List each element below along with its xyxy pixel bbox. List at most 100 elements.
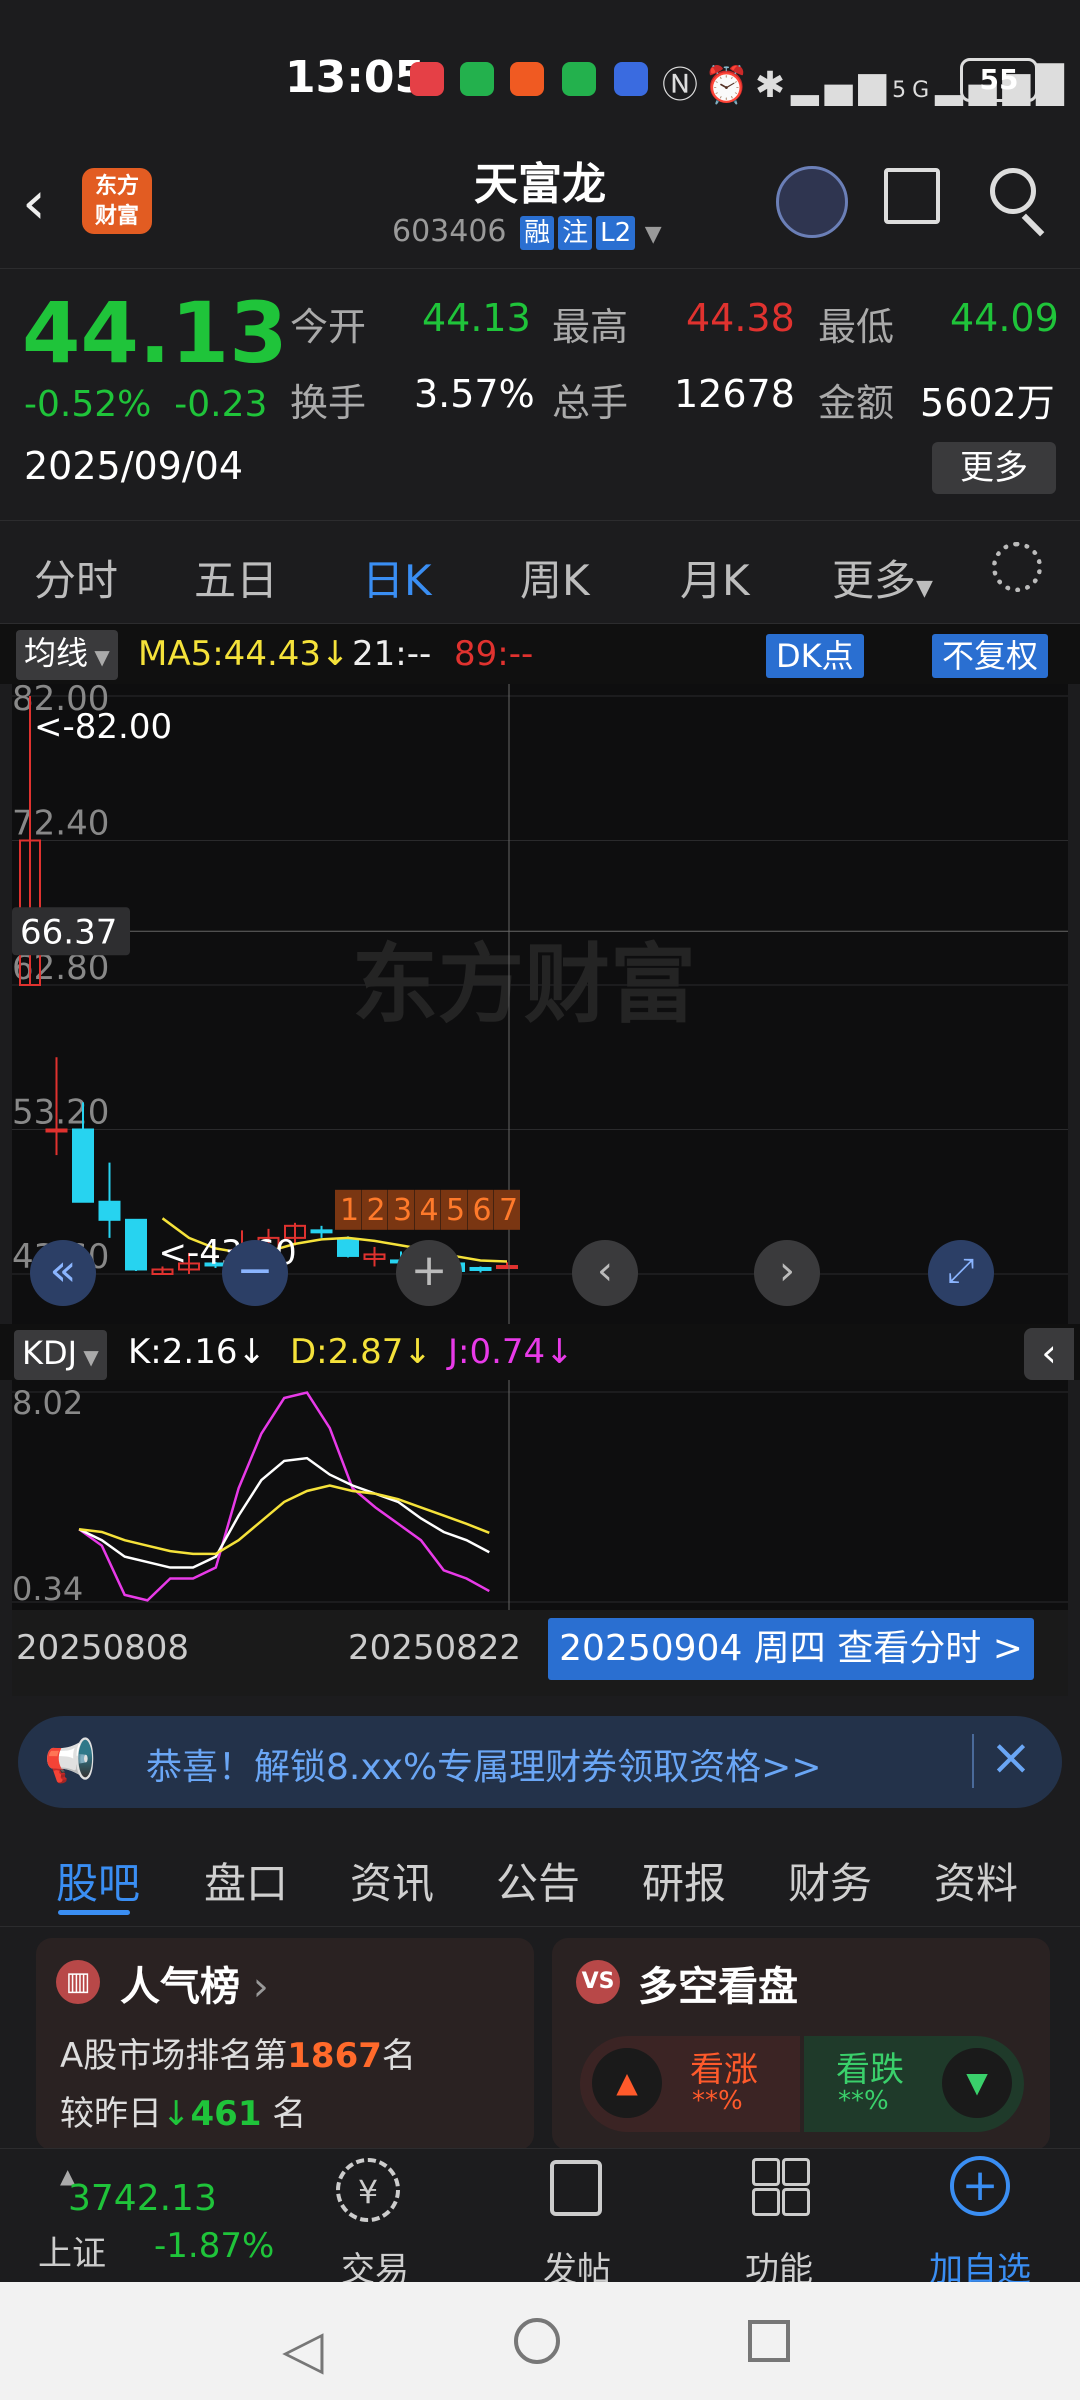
recents-square-icon[interactable] — [748, 2320, 790, 2362]
tab-announcements[interactable]: 公告 — [496, 1850, 580, 1911]
triangle-down-icon: ▼ — [942, 2048, 1012, 2118]
kdj-svg: 8.02 0.34 — [12, 1380, 1068, 1610]
quote-date: 2025/09/04 — [24, 444, 244, 488]
max-price-marker: <-82.00 — [34, 707, 172, 747]
kdj-indicator-row: KDJ ▼ K:2.16↓ D:2.87↓ J:0.74↓ ‹ — [0, 1324, 1080, 1380]
bull-label: 看涨 — [690, 2050, 758, 2090]
tab-weekly-k[interactable]: 周K — [520, 547, 590, 608]
add-watchlist-icon: + — [950, 2156, 1010, 2216]
high-value: 44.38 — [686, 296, 795, 340]
bull-value: **% — [692, 2086, 743, 2116]
y-tick-label: 53.20 — [12, 1093, 109, 1133]
tab-five-day[interactable]: 五日 — [194, 547, 278, 608]
numbered-marker: 2 — [367, 1193, 386, 1228]
candle-body — [310, 1229, 333, 1234]
active-tab-underline — [58, 1910, 130, 1915]
ma-selector[interactable]: 均线 ▼ — [16, 630, 118, 680]
more-quote-button[interactable]: 更多 — [932, 442, 1056, 494]
gear-icon[interactable] — [992, 542, 1042, 592]
share-icon[interactable] — [884, 168, 940, 224]
kdj-chart[interactable]: 8.02 0.34 — [12, 1380, 1068, 1610]
numbered-marker: 1 — [340, 1193, 359, 1228]
prev-icon[interactable]: ‹ — [572, 1240, 638, 1306]
tab-monthly-k[interactable]: 月K — [680, 547, 750, 608]
app-notification-icon — [510, 62, 544, 96]
ranking-icon: ▥ — [56, 1960, 100, 2004]
low-value: 44.09 — [950, 296, 1059, 340]
close-icon[interactable]: × — [990, 1728, 1032, 1786]
popularity-title: 人气榜 › — [120, 1964, 269, 2010]
registration-tag: 注 — [558, 216, 593, 250]
promo-banner[interactable]: 📢 恭喜！解锁8.xx%专属理财券领取资格>> × — [18, 1716, 1062, 1808]
tab-intraday[interactable]: 分时 — [34, 547, 118, 608]
tab-orderbook[interactable]: 盘口 — [204, 1850, 288, 1911]
bear-label: 看跌 — [836, 2050, 904, 2090]
stock-code: 603406 — [392, 214, 507, 249]
candle-body — [45, 1128, 68, 1133]
numbered-marker: 7 — [499, 1193, 518, 1228]
date-start: 20250808 — [16, 1628, 190, 1668]
sentiment-card[interactable]: VS 多空看盘 ▲ 看涨 **% 看跌 **% ▼ — [552, 1938, 1050, 2150]
chevron-down-icon: ▼ — [916, 576, 933, 601]
kdj-j-line — [78, 1391, 490, 1602]
margin-tag: 融 — [520, 216, 555, 250]
ma5-value: MA5:44.43↓ — [138, 634, 350, 674]
network-type: 5G — [892, 78, 936, 103]
ai-assistant-icon[interactable] — [776, 166, 848, 238]
view-intraday-button[interactable]: 20250904 周四 查看分时 > — [548, 1618, 1034, 1680]
tab-profile[interactable]: 资料 — [934, 1850, 1018, 1911]
collapse-panel-icon[interactable]: ‹ — [1024, 1328, 1074, 1380]
zoom-in-icon[interactable]: + — [396, 1240, 462, 1306]
alarm-icon: ⏰ — [704, 65, 755, 106]
search-icon[interactable] — [990, 168, 1036, 214]
index-change[interactable]: -1.87% — [154, 2226, 274, 2266]
ma21-value: 21:-- — [352, 634, 432, 674]
bull-button[interactable]: ▲ 看涨 **% — [580, 2036, 800, 2132]
triangle-up-icon: ▲ — [592, 2048, 662, 2118]
level2-tag: L2 — [596, 216, 636, 250]
back-triangle-icon[interactable]: ◁ — [282, 2318, 324, 2381]
index-name[interactable]: 上证 — [38, 2226, 106, 2275]
chevron-down-icon: ▼ — [77, 1345, 99, 1369]
change-percent: -0.52% — [24, 384, 152, 425]
tab-more-periods[interactable]: 更多▼ — [832, 547, 933, 608]
kdj-j-value: J:0.74↓ — [448, 1332, 574, 1372]
kdj-k-value: K:2.16↓ — [128, 1332, 266, 1372]
dk-point-button[interactable]: DK点 — [766, 634, 864, 678]
watermark: 东方财富 — [352, 935, 696, 1035]
arrow-down-icon: ↓ — [545, 1332, 574, 1372]
bear-button[interactable]: 看跌 **% ▼ — [804, 2036, 1024, 2132]
expand-icon[interactable]: ⤢ — [928, 1240, 994, 1306]
clock: 13:05 — [285, 52, 426, 103]
candle-body — [469, 1266, 492, 1271]
zoom-out-icon[interactable]: − — [222, 1240, 288, 1306]
no-adjust-button[interactable]: 不复权 — [932, 634, 1049, 678]
scroll-left-icon[interactable]: « — [30, 1240, 96, 1306]
status-bar: 13:05 Ⓝ⏰✱▂▄▆5G▂▄▆█ 55 — [0, 0, 1080, 150]
open-label: 今开 — [290, 305, 367, 349]
home-circle-icon[interactable] — [514, 2318, 560, 2364]
system-nav-bar: ◁ — [0, 2282, 1080, 2400]
candle-body — [125, 1218, 147, 1271]
rank-value: 1867 — [287, 2036, 382, 2076]
megaphone-icon: 📢 — [44, 1736, 97, 1785]
next-icon[interactable]: › — [754, 1240, 820, 1306]
apps-grid-icon — [752, 2158, 810, 2216]
chevron-down-icon: ▼ — [644, 222, 662, 247]
kline-chart[interactable]: 82.0072.4062.8053.2043.60东方财富<-82.00<-43… — [12, 679, 1068, 1324]
tab-financials[interactable]: 财务 — [788, 1850, 872, 1911]
popularity-card[interactable]: ▥ 人气榜 › A股市场排名第1867名 较昨日↓461 名 — [36, 1938, 534, 2150]
tab-daily-k[interactable]: 日K — [362, 547, 432, 608]
trade-icon: ¥ — [336, 2158, 400, 2222]
tab-research[interactable]: 研报 — [642, 1850, 726, 1911]
tab-news[interactable]: 资讯 — [350, 1850, 434, 1911]
volume-label: 总手 — [552, 381, 629, 425]
tab-forum[interactable]: 股吧 — [56, 1850, 140, 1911]
indicator-selector[interactable]: KDJ ▼ — [14, 1330, 107, 1380]
numbered-marker: 6 — [473, 1193, 492, 1228]
index-value[interactable]: 3742.13 — [68, 2178, 217, 2219]
arrow-down-icon: ↓ — [403, 1332, 432, 1372]
sentiment-title: 多空看盘 — [638, 1964, 798, 2010]
ma89-value: 89:-- — [454, 634, 534, 674]
arrow-down-icon: ↓ — [321, 634, 350, 674]
